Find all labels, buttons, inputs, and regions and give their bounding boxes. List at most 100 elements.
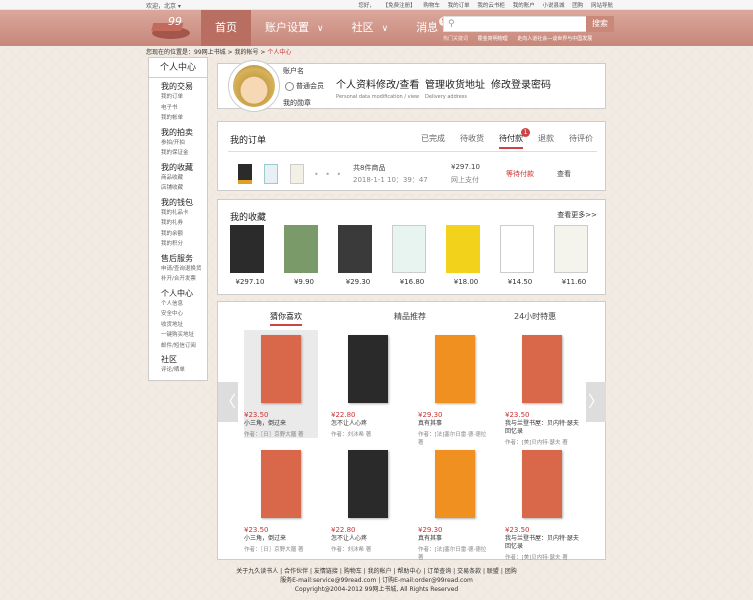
tab-completed[interactable]: 已完成	[421, 133, 445, 149]
sidebar-item[interactable]: 我的帐单	[161, 113, 207, 124]
sidebar-item[interactable]: 邮件/短信订阅	[161, 341, 207, 352]
tab-24h-deals[interactable]: 24小时特惠	[514, 311, 556, 322]
footer-links[interactable]: 关于九久读书人 | 合作伙伴 | 友情链接 | 购物车 | 我的帐户 | 帮助中…	[0, 567, 753, 576]
favorite-item[interactable]: ¥14.50	[500, 225, 540, 286]
book-title: 小三角，倒过来	[244, 535, 287, 542]
divider	[228, 151, 597, 152]
recommend-book[interactable]: ¥23.50 我与兰登书屋：贝内特·瑟夫回忆录 作者：[美]贝内特·瑟夫 著	[505, 445, 579, 561]
avatar-image	[233, 65, 275, 107]
book-cover	[554, 225, 588, 273]
carousel-prev-button[interactable]: 〈	[218, 382, 238, 422]
top-link[interactable]: 团购	[572, 3, 583, 9]
favorite-item[interactable]: ¥29.30	[338, 225, 378, 286]
recommend-book[interactable]: ¥23.50 小三角，倒过来 作者：［日］京野大膳 著	[244, 330, 318, 438]
book-title: 怎不让人心疼	[331, 420, 368, 427]
tab-refund[interactable]: 退款	[538, 133, 554, 149]
order-price: ¥297.10	[451, 163, 480, 171]
footer: 关于九久读书人 | 合作伙伴 | 友情链接 | 购物车 | 我的帐户 | 帮助中…	[0, 567, 753, 594]
sidebar-item[interactable]: 个人信息	[161, 299, 207, 310]
avatar[interactable]	[228, 60, 280, 112]
sidebar-item[interactable]: 安全中心	[161, 309, 207, 320]
recommend-book[interactable]: ¥23.50 小三角，倒过来 作者：［日］京野大膳 著	[244, 445, 318, 553]
top-link[interactable]: 您好，	[358, 3, 375, 9]
sidebar-item[interactable]: 收货地址	[161, 320, 207, 331]
book-title: 真有其事	[418, 420, 443, 427]
carousel-next-button[interactable]: 〉	[586, 382, 606, 422]
sidebar-item[interactable]: 评论/晒单	[161, 365, 207, 376]
nav-community[interactable]: 社区 ∨	[338, 10, 403, 46]
sidebar-item[interactable]: 我的礼券	[161, 218, 207, 229]
search-button[interactable]: 搜索	[586, 16, 614, 32]
breadcrumb-home[interactable]: 您现在的位置是：99网上书城	[146, 49, 226, 56]
tab-to-pay[interactable]: 待付款 1	[499, 128, 530, 149]
top-bar: 欢迎，北京 ▾ 您好， 【免费注册】 购物车 我的订单 我的云书柜 我的账户 小…	[0, 0, 753, 10]
profile-edit-link[interactable]: 个人资料修改/查看 Personal data modification / vi…	[336, 76, 419, 100]
favorite-item[interactable]: ¥18.00	[446, 225, 486, 286]
tab-to-review[interactable]: 待评价	[569, 133, 593, 149]
chevron-down-icon: ∨	[381, 24, 389, 34]
order-book-thumb[interactable]	[264, 164, 278, 184]
sidebar-item[interactable]: 我的积分	[161, 239, 207, 250]
my-medals-link[interactable]: 我的勋章	[283, 98, 311, 108]
top-link[interactable]: 我的订单	[448, 3, 470, 9]
sidebar-group-title: 社区	[161, 355, 177, 364]
sidebar: 个人中心 我的交易 我的订单 电子书 我的帐单 我的拍卖 参拍/开拍 我的保证金…	[148, 57, 208, 381]
book-cover	[230, 225, 264, 273]
favorite-item[interactable]: ¥9.90	[284, 225, 324, 286]
book-cover	[392, 225, 426, 273]
top-link[interactable]: 【免费注册】	[383, 3, 416, 9]
sidebar-item[interactable]: 我的余额	[161, 229, 207, 240]
sidebar-item[interactable]: 我的礼品卡	[161, 208, 207, 219]
favorite-price: ¥11.60	[561, 278, 587, 286]
hot-keyword[interactable]: 走向人道社会—谈世界与中国发展	[517, 36, 592, 42]
favorite-price: ¥18.00	[453, 278, 479, 286]
orders-panel: 我的订单 已完成 待收货 待付款 1 退款 待评价 • • • 共8件商品 201…	[217, 121, 606, 191]
address-link[interactable]: 管理收货地址 Delivery address	[425, 76, 485, 100]
more-dots: • • •	[314, 170, 344, 179]
sidebar-item[interactable]: 补开/合开发票	[161, 274, 207, 285]
hot-keyword[interactable]: 霍金简明物理	[478, 36, 508, 42]
recommend-book[interactable]: ¥22.80 怎不让人心疼 作者：刘沐希 著	[331, 445, 405, 553]
order-book-thumb[interactable]	[290, 164, 304, 184]
tab-featured[interactable]: 精品推荐	[394, 311, 426, 322]
top-link[interactable]: 小说县城	[542, 3, 564, 9]
favorite-item[interactable]: ¥297.10	[230, 225, 270, 286]
book-title: 我与兰登书屋：贝内特·瑟夫回忆录	[505, 420, 579, 435]
favorite-item[interactable]: ¥11.60	[554, 225, 594, 286]
order-book-thumb[interactable]	[238, 164, 252, 184]
nav-home[interactable]: 首页	[201, 10, 251, 46]
sidebar-item[interactable]: 一键购买地址	[161, 330, 207, 341]
location-select[interactable]: 欢迎，北京 ▾	[146, 1, 181, 10]
sidebar-item[interactable]: 商品收藏	[161, 173, 207, 184]
order-view-link[interactable]: 查看	[557, 169, 571, 179]
sidebar-item[interactable]: 店铺收藏	[161, 183, 207, 194]
sidebar-item[interactable]: 我的订单	[161, 92, 207, 103]
recommend-book[interactable]: ¥23.50 我与兰登书屋：贝内特·瑟夫回忆录 作者：[美]贝内特·瑟夫 著	[505, 330, 579, 446]
footer-copyright: Copyright@2004-2012 99网上书城, All Rights R…	[294, 586, 459, 593]
recommend-book[interactable]: ¥29.30 真有其事 作者：[法]塞尔日雷·德·德拉 著	[418, 330, 492, 446]
orders-title: 我的订单	[230, 136, 267, 146]
top-link[interactable]: 我的云书柜	[477, 3, 505, 9]
book-price: ¥29.30	[418, 411, 443, 419]
sidebar-item[interactable]: 参拍/开拍	[161, 138, 207, 149]
sidebar-group-title: 售后服务	[161, 253, 193, 263]
password-link[interactable]: 修改登录密码	[491, 76, 551, 91]
recommend-book[interactable]: ¥29.30 真有其事 作者：[法]塞尔日雷·德·德拉 著	[418, 445, 492, 561]
recommend-book[interactable]: ¥22.80 怎不让人心疼 作者：刘沐希 著	[331, 330, 405, 438]
book-cover	[284, 225, 318, 273]
tab-guess-you-like[interactable]: 猜你喜欢	[270, 311, 302, 326]
book-author: 作者：［日］京野大膳 著	[244, 432, 304, 438]
tab-to-receive[interactable]: 待收货	[460, 133, 484, 149]
top-link[interactable]: 我的账户	[513, 3, 535, 9]
site-logo[interactable]: 99	[150, 13, 192, 41]
sidebar-title: 个人中心	[149, 58, 207, 78]
top-link[interactable]: 购物车	[423, 3, 440, 9]
top-link[interactable]: 网站导航	[591, 3, 613, 9]
nav-account-settings[interactable]: 账户设置 ∨	[251, 10, 338, 46]
breadcrumb-account[interactable]: 我的帐号	[234, 49, 258, 56]
favorite-item[interactable]: ¥16.80	[392, 225, 432, 286]
sidebar-item[interactable]: 电子书	[161, 103, 207, 114]
favorites-more-link[interactable]: 查看更多>>	[557, 210, 597, 220]
sidebar-item[interactable]: 我的保证金	[161, 148, 207, 159]
sidebar-item[interactable]: 申请/查询退换货	[161, 264, 207, 275]
